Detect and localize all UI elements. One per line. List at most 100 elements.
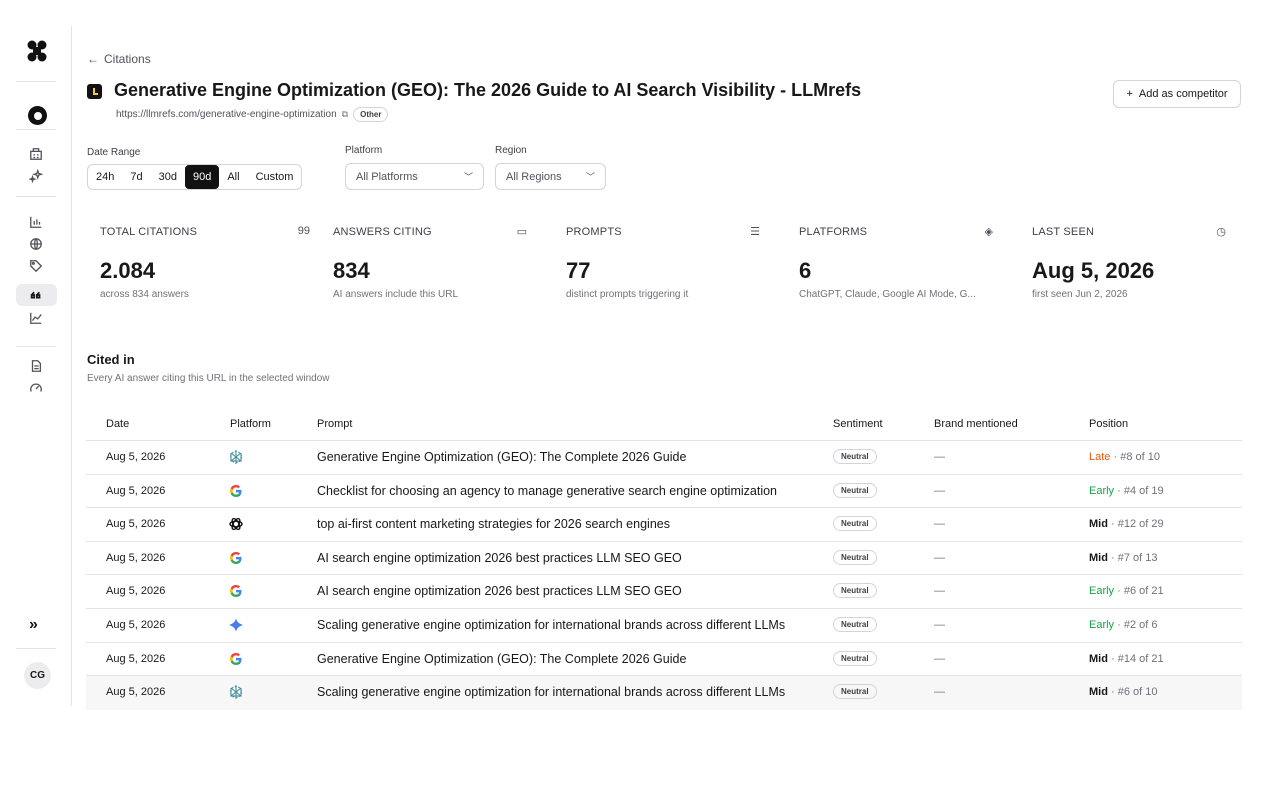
table-row[interactable]: Aug 5, 2026 AI search engine optimization…	[86, 542, 1242, 576]
column-header-position[interactable]: Position	[1089, 418, 1128, 430]
clock-icon: ◷	[1216, 226, 1226, 238]
position-label: Early	[1089, 585, 1115, 598]
table-row[interactable]: Aug 5, 2026 Scaling generative engine opt…	[86, 676, 1242, 710]
row-prompt[interactable]: Generative Engine Optimization (GEO): Th…	[317, 652, 686, 666]
table-row[interactable]: Aug 5, 2026 top ai-first content marketin…	[86, 508, 1242, 542]
column-header-platform[interactable]: Platform	[230, 418, 271, 430]
sidebar-item-buildings[interactable]	[28, 146, 44, 162]
table-row[interactable]: Aug 5, 2026 AI search engine optimization…	[86, 575, 1242, 609]
row-prompt[interactable]: Scaling generative engine optimization f…	[317, 685, 785, 699]
sentiment-badge: Neutral	[833, 650, 877, 666]
perplexity-icon	[228, 449, 244, 465]
list-check-icon: ☰	[750, 226, 760, 238]
sidebar-item-trends[interactable]	[28, 310, 44, 326]
column-header-date[interactable]: Date	[106, 418, 129, 430]
stat-value: 6	[799, 258, 812, 283]
sidebar-item-sparkles[interactable]	[28, 168, 44, 184]
stat-sub: distinct prompts triggering it	[566, 289, 689, 300]
platform-select-value: All Platforms	[356, 170, 418, 183]
chevron-down-icon: ﹀	[585, 172, 595, 182]
sidebar-item-regions[interactable]	[28, 236, 44, 252]
date-option-90d[interactable]: 90d	[184, 165, 220, 189]
column-header-brand-mentioned[interactable]: Brand mentioned	[934, 418, 1018, 430]
sentiment-badge: Neutral	[833, 616, 877, 632]
stat-value: 2.084	[100, 258, 156, 283]
row-position: Mid · #7 of 13	[1089, 552, 1158, 564]
chevron-down-icon: ﹀	[463, 172, 473, 182]
table-header: Date Platform Prompt Sentiment Brand men…	[86, 407, 1242, 441]
bar-chart-icon	[30, 216, 42, 228]
row-brand-mentioned: —	[934, 518, 945, 531]
row-prompt[interactable]: top ai-first content marketing strategie…	[317, 517, 670, 531]
document-icon	[31, 360, 42, 372]
row-brand-mentioned: —	[934, 585, 945, 598]
region-label: Region	[495, 145, 527, 156]
position-label: Mid	[1089, 518, 1108, 531]
external-link-icon[interactable]: ⧉	[342, 109, 348, 120]
sidebar-divider	[16, 648, 56, 649]
sidebar-divider	[16, 129, 56, 130]
row-date: Aug 5, 2026	[106, 551, 166, 564]
date-option-24h[interactable]: 24h	[88, 165, 122, 189]
sentiment-badge: Neutral	[833, 684, 877, 700]
column-header-prompt[interactable]: Prompt	[317, 418, 352, 430]
date-option-all[interactable]: All	[219, 165, 247, 189]
table-row[interactable]: Aug 5, 2026 Generative Engine Optimizatio…	[86, 643, 1242, 677]
sentiment-badge: Neutral	[833, 516, 877, 532]
position-rank: · #6 of 10	[1111, 686, 1158, 699]
url-row: https://llmrefs.com/generative-engine-op…	[116, 107, 389, 122]
gauge-icon	[30, 383, 42, 392]
page-url[interactable]: https://llmrefs.com/generative-engine-op…	[116, 109, 337, 120]
date-option-custom[interactable]: Custom	[248, 165, 302, 189]
back-link[interactable]: ← Citations	[87, 52, 151, 66]
row-prompt[interactable]: AI search engine optimization 2026 best …	[317, 551, 682, 565]
chatgpt-icon	[228, 516, 244, 532]
add-competitor-button[interactable]: + Add as competitor	[1113, 80, 1241, 108]
sidebar: » CG	[0, 26, 72, 706]
table-row[interactable]: Aug 5, 2026 Checklist for choosing an age…	[86, 475, 1242, 509]
app-logo-icon[interactable]	[27, 40, 47, 62]
sidebar-item-tags[interactable]	[28, 258, 44, 274]
expand-sidebar-icon[interactable]: »	[29, 616, 38, 634]
stat-label: PROMPTS	[566, 226, 622, 238]
table-row[interactable]: Aug 5, 2026 Scaling generative engine opt…	[86, 609, 1242, 643]
arrow-left-icon: ←	[87, 52, 99, 66]
org-switcher-icon[interactable]	[28, 106, 47, 125]
avatar[interactable]: CG	[24, 662, 51, 689]
row-prompt[interactable]: Checklist for choosing an agency to mana…	[317, 484, 777, 498]
citations-table: Date Platform Prompt Sentiment Brand men…	[86, 407, 1242, 710]
column-header-sentiment[interactable]: Sentiment	[833, 418, 883, 430]
position-label: Early	[1089, 484, 1115, 497]
sidebar-item-citations[interactable]	[28, 287, 44, 303]
row-position: Early · #2 of 6	[1089, 619, 1157, 631]
sidebar-divider	[16, 346, 56, 347]
sidebar-item-performance[interactable]	[28, 380, 44, 396]
cited-in-heading: Cited in	[87, 352, 135, 367]
region-select[interactable]: All Regions ﹀	[495, 163, 606, 190]
cited-in-subtitle: Every AI answer citing this URL in the s…	[87, 373, 330, 384]
page-title: Generative Engine Optimization (GEO): Th…	[114, 80, 862, 100]
table-row[interactable]: Aug 5, 2026 Generative Engine Optimizatio…	[86, 441, 1242, 475]
date-range-toggle: 24h 7d 30d 90d All Custom	[87, 164, 303, 190]
row-position: Early · #4 of 19	[1089, 485, 1164, 497]
google-icon	[228, 483, 244, 499]
date-option-7d[interactable]: 7d	[122, 165, 150, 189]
sparkles-icon	[29, 169, 43, 183]
position-label: Mid	[1089, 686, 1108, 699]
stat-label: PLATFORMS	[799, 226, 868, 238]
stat-sub: AI answers include this URL	[333, 289, 459, 300]
row-prompt[interactable]: AI search engine optimization 2026 best …	[317, 584, 682, 598]
stat-sub: first seen Jun 2, 2026	[1032, 289, 1128, 300]
quote-icon: 99	[297, 225, 310, 237]
sidebar-divider	[16, 81, 56, 82]
row-prompt[interactable]: Generative Engine Optimization (GEO): Th…	[317, 450, 686, 464]
platform-select[interactable]: All Platforms ﹀	[345, 163, 484, 190]
row-prompt[interactable]: Scaling generative engine optimization f…	[317, 618, 785, 632]
date-option-30d[interactable]: 30d	[151, 165, 185, 189]
perplexity-icon	[228, 684, 244, 700]
sidebar-item-reports[interactable]	[28, 358, 44, 374]
sidebar-item-analytics[interactable]	[28, 214, 44, 230]
position-rank: · #7 of 13	[1111, 551, 1158, 564]
region-select-value: All Regions	[506, 170, 562, 183]
sentiment-badge: Neutral	[833, 482, 877, 498]
